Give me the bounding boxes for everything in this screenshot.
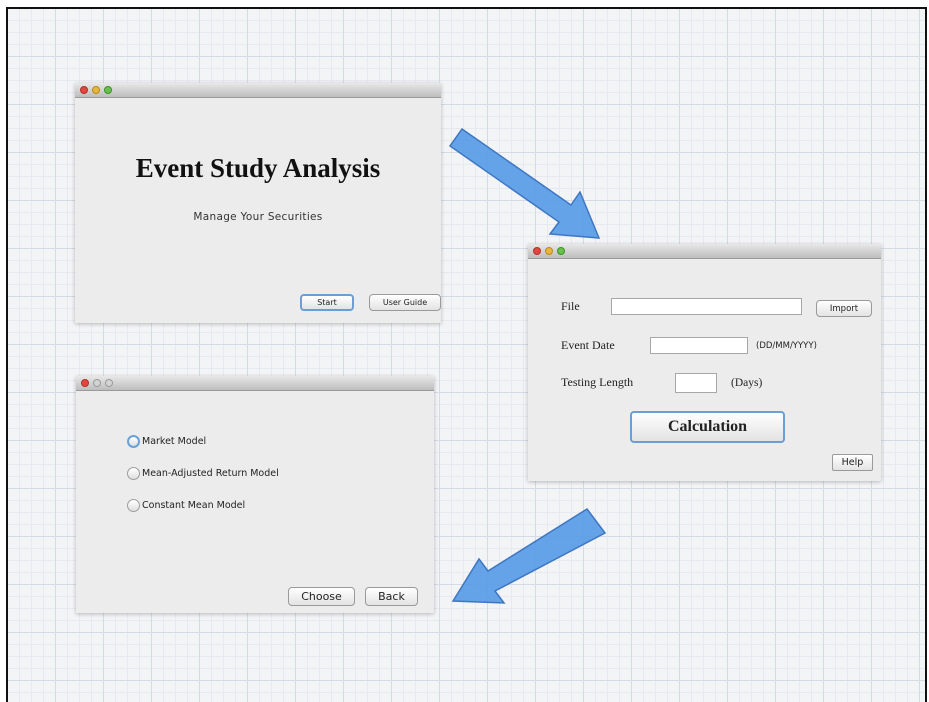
help-button[interactable]: Help xyxy=(832,454,873,471)
close-icon[interactable] xyxy=(80,86,88,94)
testing-length-label: Testing Length xyxy=(561,375,634,389)
start-button[interactable]: Start xyxy=(300,294,354,311)
model-selection-titlebar[interactable] xyxy=(76,376,434,391)
slide-canvas: Event Study Analysis Manage Your Securit… xyxy=(6,7,927,702)
zoom-icon[interactable] xyxy=(104,86,112,94)
testing-length-input[interactable] xyxy=(675,373,717,393)
minimize-icon[interactable] xyxy=(92,86,100,94)
file-label: File xyxy=(561,299,580,313)
mean-adjusted-return-model-label: Mean-Adjusted Return Model xyxy=(142,468,279,479)
market-model-radio[interactable] xyxy=(127,435,140,448)
calculation-window: File Import Event Date (DD/MM/YYYY) Test… xyxy=(528,244,881,481)
file-input[interactable] xyxy=(611,298,802,315)
market-model-label: Market Model xyxy=(142,436,207,447)
user-guide-button[interactable]: User Guide xyxy=(369,294,441,311)
calculation-button[interactable]: Calculation xyxy=(630,411,785,443)
model-selection-window: Market Model Mean-Adjusted Return Model … xyxy=(76,376,434,613)
arrow-shape xyxy=(451,507,607,604)
flow-arrow-down-right-icon xyxy=(448,127,601,239)
app-title: Event Study Analysis xyxy=(135,153,381,183)
constant-mean-model-radio[interactable] xyxy=(127,499,140,512)
constant-mean-model-label: Constant Mean Model xyxy=(142,500,246,511)
app-subtitle: Manage Your Securities xyxy=(193,211,323,223)
choose-button[interactable]: Choose xyxy=(288,587,355,606)
import-button[interactable]: Import xyxy=(816,300,872,317)
zoom-icon[interactable] xyxy=(105,379,113,387)
back-button[interactable]: Back xyxy=(365,587,418,606)
event-date-label: Event Date xyxy=(561,338,615,352)
welcome-titlebar[interactable] xyxy=(75,83,441,98)
mean-adjusted-return-model-radio[interactable] xyxy=(127,467,140,480)
event-date-input[interactable] xyxy=(650,337,748,354)
arrow-shape xyxy=(448,127,601,239)
close-icon[interactable] xyxy=(81,379,89,387)
days-label: (Days) xyxy=(731,377,763,389)
welcome-window: Event Study Analysis Manage Your Securit… xyxy=(75,83,441,323)
date-format-hint: (DD/MM/YYYY) xyxy=(756,341,817,351)
minimize-icon[interactable] xyxy=(93,379,101,387)
flow-arrow-down-left-icon xyxy=(451,507,607,604)
